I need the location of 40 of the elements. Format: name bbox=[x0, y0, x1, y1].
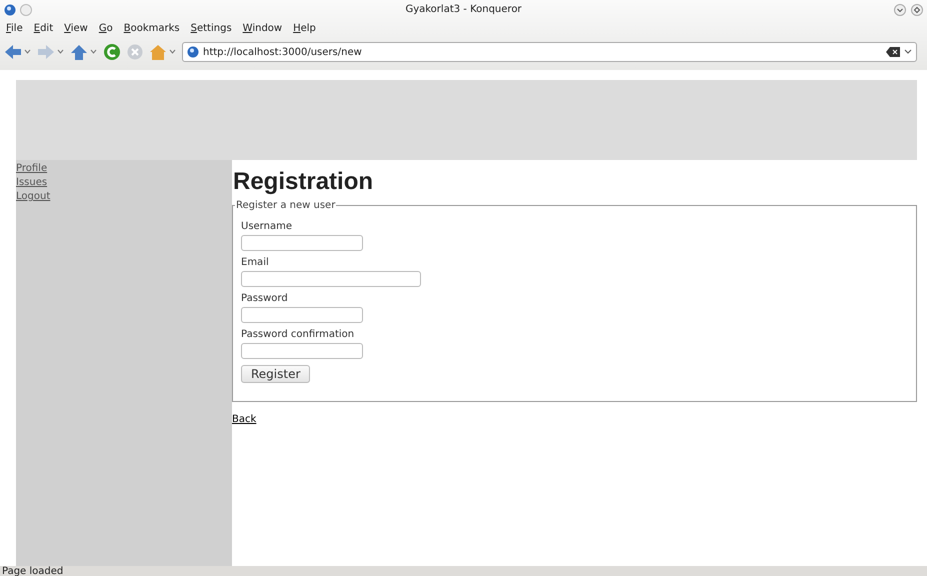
menu-item[interactable]: Help bbox=[293, 23, 316, 34]
sidebar-link[interactable]: Issues bbox=[16, 176, 48, 190]
page-heading: Registration bbox=[233, 168, 374, 196]
status-text: Page loaded bbox=[2, 566, 64, 576]
register-button[interactable]: Register bbox=[241, 365, 310, 383]
back-button[interactable] bbox=[4, 44, 32, 60]
caret-icon[interactable] bbox=[904, 49, 912, 55]
menu-item[interactable]: Bookmarks bbox=[124, 23, 180, 34]
pin-button[interactable] bbox=[20, 4, 32, 16]
sidebar-link[interactable]: Profile bbox=[16, 162, 48, 176]
sidebar-link[interactable]: Logout bbox=[16, 190, 50, 204]
address-field[interactable]: http://localhost:3000/users/new bbox=[182, 42, 917, 62]
input-field[interactable] bbox=[241, 307, 363, 323]
field-label: Password bbox=[241, 293, 288, 304]
input-field[interactable] bbox=[241, 343, 363, 359]
reload-button[interactable] bbox=[103, 43, 121, 61]
up-button[interactable] bbox=[70, 44, 98, 60]
back-link[interactable]: Back bbox=[232, 414, 256, 425]
input-field[interactable] bbox=[241, 271, 421, 287]
field-label: Username bbox=[241, 221, 292, 232]
forward-button[interactable] bbox=[37, 44, 65, 60]
menu-item[interactable]: Settings bbox=[190, 23, 232, 34]
maximize-button[interactable] bbox=[911, 4, 923, 16]
menu-item[interactable]: File bbox=[6, 23, 23, 34]
clear-icon[interactable] bbox=[886, 47, 900, 57]
minimize-button[interactable] bbox=[894, 4, 906, 16]
app-icon bbox=[4, 4, 16, 16]
input-field[interactable] bbox=[241, 235, 363, 251]
stop-button[interactable] bbox=[126, 43, 144, 61]
field-label: Email bbox=[241, 257, 269, 268]
globe-icon bbox=[187, 46, 199, 58]
menu-item[interactable]: Window bbox=[242, 23, 282, 34]
home-button[interactable] bbox=[149, 44, 177, 60]
menu-item[interactable]: View bbox=[64, 23, 88, 34]
menu-item[interactable]: Go bbox=[98, 23, 113, 34]
window-title: Gyakorlat3 - Konqueror bbox=[405, 4, 522, 15]
field-label: Password confirmation bbox=[241, 329, 354, 340]
menu-item[interactable]: Edit bbox=[34, 23, 54, 34]
url-text: http://localhost:3000/users/new bbox=[203, 46, 363, 58]
fieldset-legend: Register a new user bbox=[235, 200, 336, 211]
